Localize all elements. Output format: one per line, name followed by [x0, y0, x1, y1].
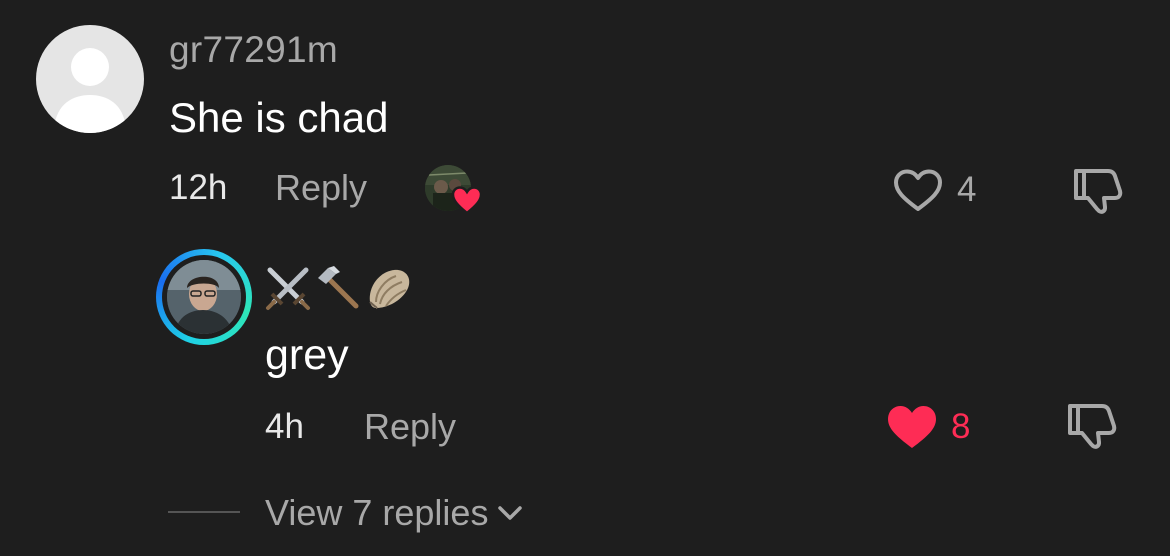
comment-username[interactable]: gr77291m: [169, 28, 338, 72]
comment-reply-button[interactable]: Reply: [275, 168, 367, 208]
heart-outline-icon: [894, 169, 942, 211]
reply-like-button[interactable]: [884, 402, 940, 452]
thumbs-down-icon: [1068, 404, 1117, 449]
comment-like-button[interactable]: [890, 165, 946, 215]
reply-like-count: 8: [951, 407, 971, 446]
reply-timestamp: 4h: [265, 407, 304, 446]
reply-username[interactable]: [264, 262, 414, 314]
liked-by-creator-badge: [425, 165, 483, 215]
thumbs-down-icon: [1074, 169, 1123, 214]
oyster-icon: [369, 269, 410, 309]
comment-text: She is chad: [169, 94, 389, 141]
comment-timestamp: 12h: [169, 168, 228, 207]
comment-dislike-button[interactable]: [1070, 165, 1126, 217]
reply-text: grey: [265, 331, 349, 379]
crossed-swords-icon: [266, 267, 310, 310]
reply-reply-button[interactable]: Reply: [364, 407, 456, 447]
view-replies-label: View 7 replies: [265, 492, 489, 533]
commenter-avatar[interactable]: [36, 25, 144, 133]
reply-avatar-photo: [167, 260, 241, 334]
chevron-down-icon: [498, 506, 523, 520]
heart-filled-icon: [888, 406, 936, 448]
default-avatar-icon: [54, 48, 126, 133]
thread-divider-line: [168, 511, 240, 513]
reply-avatar[interactable]: [156, 249, 252, 345]
comment-like-count: 4: [957, 170, 977, 209]
heart-icon: [451, 186, 483, 215]
reply-dislike-button[interactable]: [1064, 400, 1120, 452]
hammer-icon: [318, 266, 359, 309]
view-replies-button[interactable]: View 7 replies: [265, 492, 524, 534]
